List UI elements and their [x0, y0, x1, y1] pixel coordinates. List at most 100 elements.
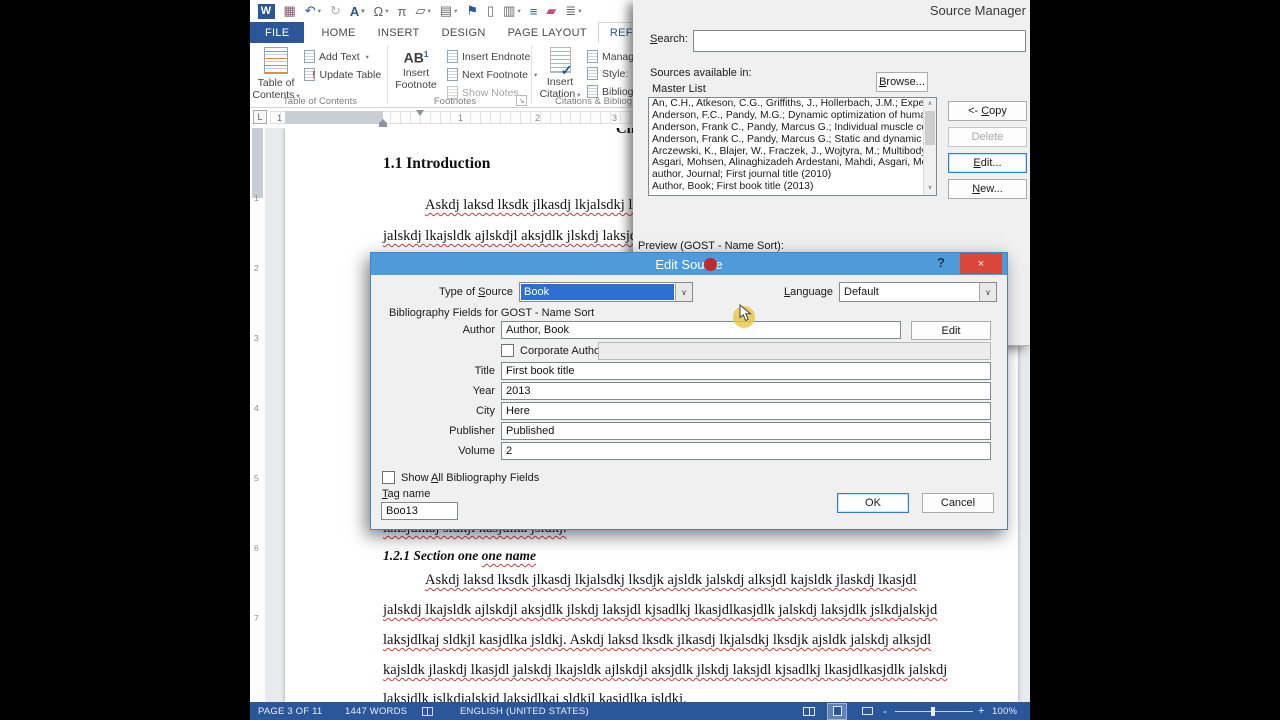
language-indicator[interactable]: ENGLISH (UNITED STATES): [460, 702, 589, 720]
master-source-list[interactable]: An, C.H., Atkeson, C.G., Griffiths, J., …: [648, 97, 937, 196]
zoom-slider[interactable]: [895, 702, 973, 720]
save-icon[interactable]: ▦: [279, 0, 300, 22]
insert-endnote-icon: [447, 50, 458, 63]
tab-file[interactable]: FILE: [250, 22, 304, 43]
section-heading-1-2-1: 1.2.1 Section one one name: [383, 548, 536, 564]
word-application-window: W ▦ ↶▾ ↻ A▾ Ω▾ π ▱▾ ▤▾ ⚑ ▯ ▥▾ ≡ ▰ ≣▾ FIL…: [250, 0, 1030, 720]
body-text-line: laksjdlk jslkdjalskjd laksjdlkaj sldkjl …: [383, 691, 687, 702]
cancel-button[interactable]: Cancel: [922, 493, 994, 513]
year-label: Year: [371, 385, 495, 397]
tab-page-layout[interactable]: PAGE LAYOUT: [497, 22, 598, 43]
list-scrollbar[interactable]: ∧ ∨: [923, 98, 936, 195]
flag-icon[interactable]: ⚑: [462, 0, 483, 22]
edit-source-button[interactable]: Edit...: [948, 153, 1027, 173]
status-bar: PAGE 3 OF 11 1447 WORDS ENGLISH (UNITED …: [250, 702, 1030, 720]
volume-field[interactable]: 2: [501, 442, 991, 460]
word-count[interactable]: 1447 WORDS: [345, 702, 407, 720]
help-icon[interactable]: ?: [937, 255, 945, 270]
undo-icon[interactable]: ↶▾: [300, 0, 325, 22]
title-label: Title: [371, 365, 495, 377]
vertical-ruler[interactable]: 1 2 3 4 5 6 7: [250, 128, 265, 702]
insert-footnote-button[interactable]: AB1 Insert Footnote: [393, 45, 439, 103]
publisher-field[interactable]: Published: [501, 422, 991, 440]
source-list-item[interactable]: Asgari, Mohsen, Alinaghizadeh Ardestani,…: [649, 157, 936, 169]
numbered-list-icon[interactable]: ≣▾: [561, 0, 586, 22]
tab-design[interactable]: DESIGN: [431, 22, 497, 43]
preview-label: Preview (GOST - Name Sort):: [638, 240, 784, 252]
update-table-button[interactable]: ! Update Table: [304, 66, 381, 83]
format-painter-icon[interactable]: ▰: [542, 0, 561, 22]
zoom-slider-thumb: [931, 707, 935, 716]
chevron-down-icon[interactable]: ∨: [675, 283, 692, 301]
zoom-level[interactable]: 100%: [992, 702, 1017, 720]
search-input[interactable]: [693, 30, 1026, 52]
zoom-in-button[interactable]: +: [978, 702, 985, 720]
first-line-indent-marker[interactable]: [416, 110, 424, 116]
type-of-source-select[interactable]: Book ∨: [519, 282, 693, 302]
browse-button[interactable]: Browse...: [876, 72, 928, 92]
proofing-icon[interactable]: [422, 702, 433, 720]
add-text-button[interactable]: Add Text ▾: [304, 48, 369, 65]
corporate-author-checkbox[interactable]: [501, 344, 514, 357]
style-dropdown[interactable]: Style:: [587, 65, 628, 82]
page-indicator[interactable]: PAGE 3 OF 11: [258, 702, 322, 720]
scroll-down-icon: ∨: [924, 183, 936, 195]
close-icon[interactable]: ×: [960, 253, 1002, 274]
language-select[interactable]: Default ∨: [839, 282, 997, 302]
word-logo-icon[interactable]: W: [253, 0, 279, 22]
footnotes-dialog-launcher[interactable]: ↘: [516, 95, 527, 106]
redo-icon[interactable]: ↻: [325, 0, 345, 22]
comment-icon[interactable]: ▤▾: [435, 0, 462, 22]
next-footnote-button[interactable]: Next Footnote ▾: [447, 66, 537, 83]
source-list-item[interactable]: Anderson, Frank C., Pandy, Marcus G.; In…: [649, 122, 936, 134]
type-of-source-label: Type of Source: [379, 286, 513, 298]
tab-selector[interactable]: L: [253, 110, 267, 124]
author-label: Author: [371, 324, 495, 336]
show-all-fields-checkbox[interactable]: [382, 471, 395, 484]
author-field[interactable]: Author, Book: [501, 321, 901, 339]
source-list-item[interactable]: author, Journal; First journal title (20…: [649, 169, 936, 181]
source-list-item[interactable]: Author, Book; First book title (2013): [649, 181, 936, 193]
font-styles-icon[interactable]: A▾: [345, 0, 369, 22]
review-icon[interactable]: ▥▾: [499, 0, 526, 22]
document-icon[interactable]: ▯: [482, 0, 498, 22]
paragraph-marks-icon[interactable]: ≡: [525, 0, 542, 22]
title-field[interactable]: First book title: [501, 362, 991, 380]
source-list-item[interactable]: Anderson, Frank C., Pandy, Marcus G.; St…: [649, 134, 936, 146]
corporate-author-label: Corporate Author: [520, 345, 604, 357]
read-mode-icon[interactable]: [800, 702, 818, 720]
city-field[interactable]: Here: [501, 402, 991, 420]
source-list-item[interactable]: Anderson, F.C., Pandy, M.G.; Dynamic opt…: [649, 110, 936, 122]
table-of-contents-button[interactable]: Table of Contents▾: [253, 45, 299, 103]
body-text-line: kajsldk jlaskdj lkasjdl jalskdj lkajsldk…: [383, 662, 947, 679]
print-layout-icon[interactable]: [828, 702, 846, 720]
shapes-icon[interactable]: ▱▾: [411, 0, 435, 22]
edit-source-titlebar[interactable]: Edit Source: [371, 253, 1007, 275]
mouse-cursor-icon: [739, 304, 753, 322]
insert-citation-button[interactable]: ✓ Insert Citation▾: [537, 45, 583, 103]
copy-button[interactable]: <- Copy: [948, 101, 1027, 121]
source-list-item[interactable]: An, C.H., Atkeson, C.G., Griffiths, J., …: [649, 98, 936, 110]
tab-home[interactable]: HOME: [310, 22, 366, 43]
chevron-down-icon[interactable]: ∨: [979, 283, 996, 301]
symbol-icon[interactable]: Ω▾: [369, 0, 393, 22]
edit-author-button[interactable]: Edit: [911, 321, 991, 340]
insert-endnote-button[interactable]: Insert Endnote: [447, 48, 530, 65]
manage-sources-icon: [587, 50, 598, 63]
insert-footnote-icon: AB1: [404, 48, 429, 65]
tab-insert[interactable]: INSERT: [367, 22, 431, 43]
edit-source-dialog: Edit Source ? × Type of Source Book ∨ La…: [370, 252, 1008, 530]
tag-name-field[interactable]: Boo13: [381, 502, 458, 520]
body-text-line: jalskdj lkajsldk ajlskdjl aksjdlk jlskdj…: [383, 602, 937, 619]
master-list-label: Master List: [652, 83, 706, 95]
equation-icon[interactable]: π: [393, 0, 411, 22]
new-source-button[interactable]: New...: [948, 179, 1027, 199]
left-indent-marker[interactable]: [379, 123, 387, 127]
show-all-fields-label: Show All Bibliography Fields: [401, 472, 539, 484]
web-layout-icon[interactable]: [858, 702, 876, 720]
section-heading-1-1: 1.1 Introduction: [383, 155, 490, 173]
ok-button[interactable]: OK: [837, 493, 909, 513]
zoom-out-button[interactable]: -: [883, 702, 887, 720]
year-field[interactable]: 2013: [501, 382, 991, 400]
source-list-item[interactable]: Arczewski, K., Blajer, W., Fraczek, J., …: [649, 146, 936, 158]
